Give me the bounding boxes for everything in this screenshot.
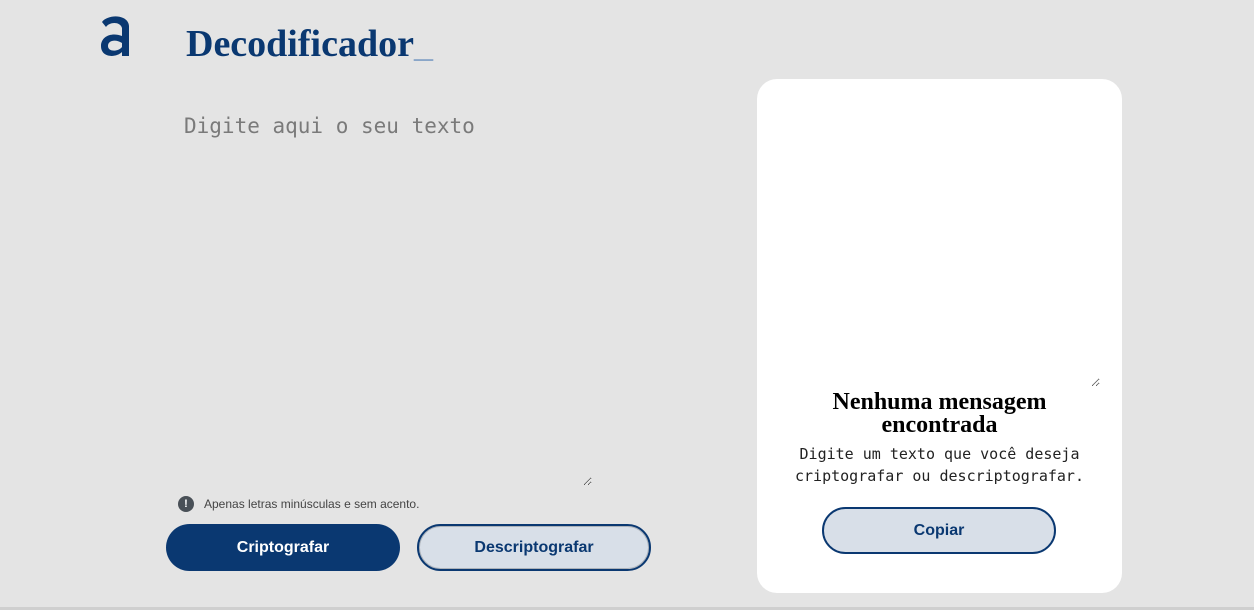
empty-state-description: Digite um texto que você deseja criptogr… — [795, 445, 1084, 485]
output-panel: Nenhuma mensagem encontrada Digite um te… — [757, 79, 1122, 593]
app-title-cursor: _ — [413, 23, 433, 65]
empty-state-title: Nenhuma mensagem encontrada — [832, 389, 1047, 438]
app-title-text: Decodificador — [186, 23, 414, 65]
input-hint-text: Apenas letras minúsculas e sem acento. — [204, 497, 420, 511]
output-textarea[interactable] — [765, 87, 1100, 387]
app-title: Decodificador_ — [186, 22, 433, 66]
alura-logo-icon — [101, 16, 129, 56]
copy-button[interactable]: Copiar — [822, 507, 1056, 554]
input-hint: ! Apenas letras minúsculas e sem acento. — [178, 496, 419, 512]
encrypt-button[interactable]: Criptografar — [166, 524, 400, 571]
text-input[interactable] — [180, 112, 592, 486]
exclamation-circle-icon: ! — [178, 496, 194, 512]
decrypt-button[interactable]: Descriptografar — [417, 524, 651, 571]
